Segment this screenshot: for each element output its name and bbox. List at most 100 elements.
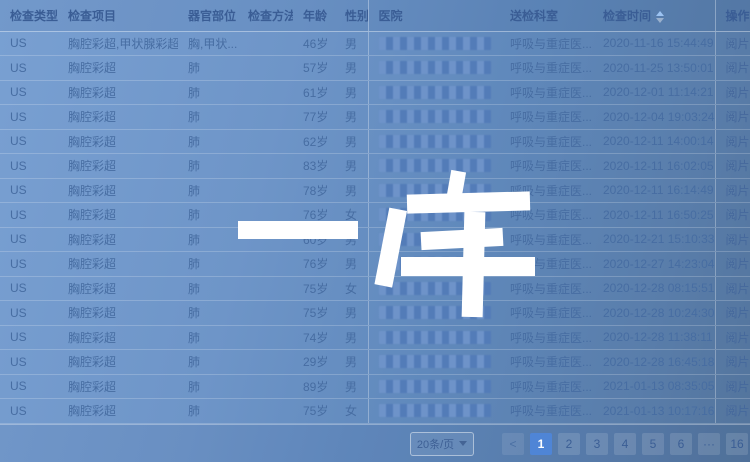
cell-department: 呼吸与重症医...	[500, 252, 593, 277]
cell-exam-item: 胸腔彩超	[58, 80, 178, 105]
cell-exam-time: 2021-01-13 10:17:16	[593, 399, 715, 424]
cell-age: 75岁	[293, 399, 335, 424]
cell-organ: 肺	[178, 203, 238, 228]
cell-hospital	[368, 178, 500, 203]
page-button[interactable]: 1	[530, 433, 552, 455]
redacted-hospital-name	[379, 208, 491, 221]
page-button[interactable]: 5	[642, 433, 664, 455]
cell-organ: 肺	[178, 325, 238, 350]
cell-exam-item: 胸腔彩超	[58, 227, 178, 252]
sort-ascending-icon[interactable]	[656, 11, 664, 16]
cell-gender: 女	[335, 203, 368, 228]
sort-descending-icon[interactable]	[656, 18, 664, 23]
redacted-hospital-name	[379, 86, 491, 99]
cell-age: 29岁	[293, 350, 335, 375]
cell-exam-time: 2020-12-27 14:23:04	[593, 252, 715, 277]
cell-exam-method	[238, 252, 293, 277]
redacted-hospital-name	[379, 159, 491, 172]
cell-hospital	[368, 203, 500, 228]
view-images-link[interactable]: 阅片	[726, 208, 750, 222]
redacted-hospital-name	[379, 233, 491, 246]
redacted-hospital-name	[379, 380, 491, 393]
cell-exam-method	[238, 56, 293, 81]
cell-organ: 肺	[178, 105, 238, 130]
col-header-exam-time[interactable]: 检查时间	[593, 0, 715, 31]
cell-organ: 肺	[178, 227, 238, 252]
view-images-link[interactable]: 阅片	[726, 37, 750, 51]
sort-carets-icon[interactable]	[656, 11, 664, 23]
cell-exam-time: 2020-11-25 13:50:01	[593, 56, 715, 81]
redacted-hospital-name	[379, 184, 491, 197]
cell-organ: 肺	[178, 56, 238, 81]
cell-exam-type: US	[0, 31, 58, 56]
cell-gender: 男	[335, 350, 368, 375]
cell-gender: 女	[335, 399, 368, 424]
cell-actions: 阅片	[715, 301, 750, 326]
cell-hospital	[368, 399, 500, 424]
cell-exam-method	[238, 129, 293, 154]
prev-page-button[interactable]: <	[502, 433, 524, 455]
cell-gender: 女	[335, 276, 368, 301]
view-images-link[interactable]: 阅片	[726, 86, 750, 100]
page-button[interactable]: 6	[670, 433, 692, 455]
redacted-hospital-name	[379, 110, 491, 123]
cell-exam-item: 胸腔彩超	[58, 276, 178, 301]
cell-exam-type: US	[0, 80, 58, 105]
cell-hospital	[368, 374, 500, 399]
cell-exam-item: 胸腔彩超	[58, 129, 178, 154]
cell-hospital	[368, 80, 500, 105]
cell-organ: 肺	[178, 80, 238, 105]
page-size-label: 20条/页	[417, 436, 454, 452]
cell-actions: 阅片	[715, 31, 750, 56]
view-images-link[interactable]: 阅片	[726, 404, 750, 418]
col-header-actions: 操作	[715, 0, 750, 31]
page-button[interactable]: 4	[614, 433, 636, 455]
cell-exam-time: 2020-12-11 16:50:25	[593, 203, 715, 228]
view-images-link[interactable]: 阅片	[726, 380, 750, 394]
cell-gender: 男	[335, 325, 368, 350]
col-header-exam-time-label: 检查时间	[603, 9, 651, 23]
redacted-hospital-name	[379, 257, 491, 270]
cell-organ: 肺	[178, 276, 238, 301]
cell-exam-item: 胸腔彩超	[58, 105, 178, 130]
view-images-link[interactable]: 阅片	[726, 306, 750, 320]
cell-organ: 肺	[178, 374, 238, 399]
cell-exam-time: 2021-01-13 08:35:05	[593, 374, 715, 399]
view-images-link[interactable]: 阅片	[726, 184, 750, 198]
view-images-link[interactable]: 阅片	[726, 159, 750, 173]
redacted-hospital-name	[379, 37, 491, 50]
cell-department: 呼吸与重症医...	[500, 80, 593, 105]
redacted-hospital-name	[379, 306, 491, 319]
view-images-link[interactable]: 阅片	[726, 61, 750, 75]
page-size-select[interactable]: 20条/页	[410, 432, 474, 456]
view-images-link[interactable]: 阅片	[726, 135, 750, 149]
view-images-link[interactable]: 阅片	[726, 282, 750, 296]
cell-department: 呼吸与重症医...	[500, 374, 593, 399]
cell-gender: 男	[335, 178, 368, 203]
cell-actions: 阅片	[715, 178, 750, 203]
cell-exam-time: 2020-12-28 16:45:18	[593, 350, 715, 375]
view-images-link[interactable]: 阅片	[726, 331, 750, 345]
redacted-hospital-name	[379, 135, 491, 148]
col-header-exam-item: 检查项目	[58, 0, 178, 31]
col-header-exam-method: 检查方法	[238, 0, 293, 31]
cell-exam-time: 2020-12-21 15:10:33	[593, 227, 715, 252]
page-button[interactable]: ···	[698, 433, 720, 455]
cell-department: 呼吸与重症医...	[500, 31, 593, 56]
cell-department: 呼吸与重症医...	[500, 203, 593, 228]
view-images-link[interactable]: 阅片	[726, 355, 750, 369]
page-button[interactable]: 2	[558, 433, 580, 455]
page-button[interactable]: 16	[726, 433, 748, 455]
cell-age: 62岁	[293, 129, 335, 154]
cell-age: 76岁	[293, 203, 335, 228]
cell-actions: 阅片	[715, 56, 750, 81]
page-button[interactable]: 3	[586, 433, 608, 455]
cell-gender: 男	[335, 56, 368, 81]
chevron-down-icon	[459, 441, 467, 446]
view-images-link[interactable]: 阅片	[726, 110, 750, 124]
redacted-hospital-name	[379, 404, 491, 417]
view-images-link[interactable]: 阅片	[726, 257, 750, 271]
cell-exam-item: 胸腔彩超	[58, 56, 178, 81]
cell-gender: 男	[335, 31, 368, 56]
view-images-link[interactable]: 阅片	[726, 233, 750, 247]
